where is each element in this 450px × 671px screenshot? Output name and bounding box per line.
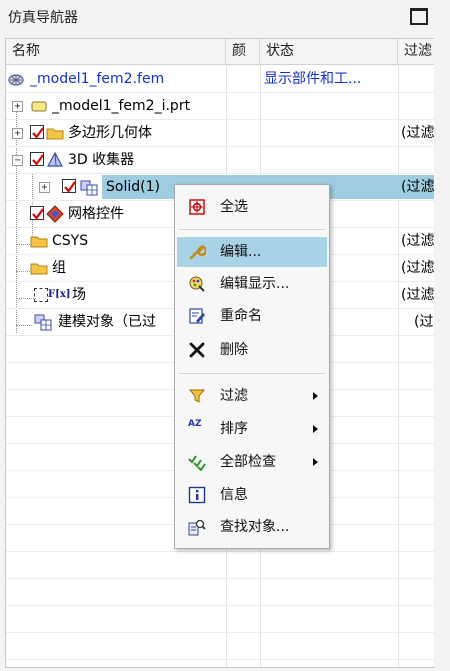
tree-label: CSYS <box>52 233 89 249</box>
folder-icon <box>30 236 48 248</box>
select-all-icon <box>189 199 205 215</box>
menu-label: 查找对象... <box>220 519 290 535</box>
filter-text: (过 <box>414 314 434 330</box>
filter-text: (过滤 <box>401 179 435 195</box>
menu-label: 编辑显示... <box>220 276 290 292</box>
tree-label: 3D 收集器 <box>68 152 135 168</box>
column-header-color[interactable]: 颜 <box>226 39 260 64</box>
simulation-navigator-panel: 仿真导航器 名称 颜 状态 过滤 _model1_fem2.fem 显示部件和工… <box>0 0 450 671</box>
sort-az-icon: AZ <box>188 419 202 429</box>
mesh-control-icon <box>46 205 64 223</box>
find-object-icon <box>188 519 206 536</box>
column-header-filter[interactable]: 过滤 <box>398 39 434 64</box>
menu-label: 重命名 <box>220 308 262 324</box>
menu-item-info[interactable]: 信息 <box>177 480 327 510</box>
tree-label: _model1_fem2.fem <box>30 71 165 87</box>
check-all-icon <box>188 455 206 471</box>
tree-label: 组 <box>52 260 66 276</box>
delete-x-icon <box>189 342 205 358</box>
collapse-icon[interactable]: − <box>12 155 23 166</box>
menu-label: 信息 <box>220 487 248 503</box>
tree-label: 多边形几何体 <box>68 125 152 141</box>
menu-item-edit[interactable]: 编辑... <box>177 237 327 267</box>
menu-item-rename[interactable]: 重命名 <box>177 301 327 331</box>
filter-text: (过滤 <box>401 125 435 141</box>
menu-item-select-all[interactable]: 全选 <box>177 192 327 222</box>
mesh-element-icon <box>80 180 98 196</box>
modeling-object-icon <box>34 314 52 331</box>
menu-item-check-all[interactable]: 全部检查 <box>177 447 327 477</box>
tree-label: Solid(1) <box>106 179 160 195</box>
tree-row-3d-collector[interactable]: − 3D 收集器 <box>6 147 434 174</box>
visibility-checkbox[interactable] <box>30 152 44 166</box>
menu-label: 全部检查 <box>220 454 276 470</box>
expand-icon[interactable]: + <box>39 182 50 193</box>
edit-display-icon <box>189 276 205 292</box>
submenu-arrow-icon <box>313 458 318 466</box>
filter-text: (过滤 <box>401 287 435 303</box>
status-text: 显示部件和工... <box>264 71 362 87</box>
wrench-icon <box>189 244 206 260</box>
menu-item-delete[interactable]: 删除 <box>177 335 327 365</box>
tree-header: 名称 颜 状态 过滤 <box>6 39 434 65</box>
part-icon <box>31 101 47 112</box>
maximize-icon[interactable] <box>410 8 428 25</box>
column-header-name[interactable]: 名称 <box>6 39 226 64</box>
tree-row-fem[interactable]: _model1_fem2.fem 显示部件和工... <box>6 66 434 93</box>
tree-row-idealized-part[interactable]: + _model1_fem2_i.prt <box>6 93 434 120</box>
context-menu: 全选 编辑... 编辑显示... 重命名 删除 过滤 AZ 排序 全部检查 信息… <box>174 184 330 549</box>
folder-icon <box>30 263 48 275</box>
vertical-scrollbar[interactable] <box>434 38 445 667</box>
panel-title: 仿真导航器 <box>8 10 78 26</box>
dashed-box-icon <box>34 288 48 302</box>
filter-text: (过滤 <box>401 233 435 249</box>
visibility-checkbox[interactable] <box>30 206 44 220</box>
menu-item-find-object[interactable]: 查找对象... <box>177 512 327 542</box>
column-header-status[interactable]: 状态 <box>260 39 398 64</box>
fem-mesh-icon <box>8 74 24 86</box>
expand-icon[interactable]: + <box>12 128 23 139</box>
field-fx-icon: F[x] <box>48 289 71 300</box>
menu-item-sort[interactable]: AZ 排序 <box>177 414 327 444</box>
rename-icon <box>189 308 205 324</box>
tree-label: 网格控件 <box>68 206 124 222</box>
filter-text: (过滤 <box>401 260 435 276</box>
menu-item-edit-display[interactable]: 编辑显示... <box>177 269 327 299</box>
tree-label: _model1_fem2_i.prt <box>52 98 191 114</box>
panel-titlebar: 仿真导航器 <box>0 0 450 34</box>
menu-label: 排序 <box>220 421 248 437</box>
folder-icon <box>46 128 64 140</box>
menu-label: 全选 <box>220 199 248 215</box>
tetra-collector-icon <box>46 151 64 167</box>
submenu-arrow-icon <box>313 425 318 433</box>
filter-funnel-icon <box>188 389 206 403</box>
tree-label: 场 <box>72 287 86 303</box>
tree-row-polygon-geometry[interactable]: + 多边形几何体 (过滤 <box>6 120 434 147</box>
submenu-arrow-icon <box>313 392 318 400</box>
menu-label: 过滤 <box>220 388 248 404</box>
info-icon <box>188 486 206 504</box>
menu-label: 编辑... <box>220 244 262 260</box>
menu-item-filter[interactable]: 过滤 <box>177 381 327 411</box>
menu-label: 删除 <box>220 342 248 358</box>
visibility-checkbox[interactable] <box>62 179 76 193</box>
visibility-checkbox[interactable] <box>30 125 44 139</box>
expand-icon[interactable]: + <box>12 101 23 112</box>
